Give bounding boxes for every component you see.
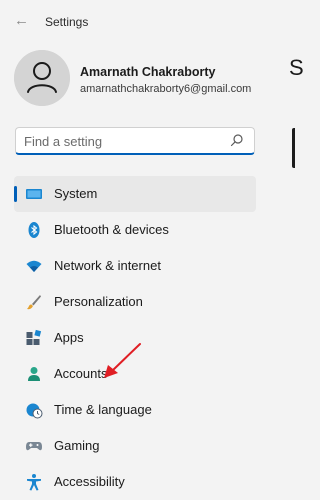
sidebar-item-label: Accessibility — [54, 474, 125, 489]
bluetooth-icon — [28, 222, 40, 238]
globe-clock-icon — [26, 403, 43, 419]
sidebar-item-apps[interactable]: Apps — [14, 320, 256, 356]
gamepad-icon — [26, 442, 42, 451]
sidebar-item-label: Accounts — [54, 366, 108, 381]
sidebar-item-label: System — [54, 186, 98, 201]
sidebar-item-label: Gaming — [54, 438, 100, 453]
monitor-icon — [26, 189, 42, 199]
sidebar-item-label: Time & language — [54, 402, 152, 417]
wifi-icon — [26, 260, 42, 272]
apps-icon — [26, 329, 42, 345]
sidebar-item-gaming[interactable]: Gaming — [14, 428, 256, 464]
sidebar-item-label: Personalization — [54, 294, 143, 309]
sidebar-item-label: Network & internet — [54, 258, 161, 273]
person-icon — [14, 50, 70, 106]
brush-icon — [27, 295, 41, 310]
title-bar: ← Settings — [0, 0, 295, 44]
search-icon[interactable] — [230, 133, 244, 147]
back-arrow-icon[interactable]: ← — [14, 12, 30, 30]
sidebar-item-network-internet[interactable]: Network & internet — [14, 248, 256, 284]
sidebar-item-label: Bluetooth & devices — [54, 222, 169, 237]
content-panel-edge — [292, 128, 295, 168]
sidebar-item-accounts[interactable]: Accounts — [14, 356, 256, 392]
search-input[interactable] — [24, 132, 224, 150]
user-email: amarnathchakraborty6@gmail.com — [80, 83, 252, 95]
sidebar-item-label: Apps — [54, 330, 84, 345]
account-icon — [28, 367, 40, 381]
sidebar-nav: System Bluetooth & devices Network & int… — [14, 176, 256, 500]
sidebar-item-bluetooth-devices[interactable]: Bluetooth & devices — [14, 212, 256, 248]
selection-indicator — [14, 186, 17, 202]
search-box[interactable] — [15, 127, 255, 155]
page-title: S — [289, 55, 304, 80]
sidebar-item-system[interactable]: System — [14, 176, 256, 212]
user-name: Amarnath Chakraborty — [80, 65, 216, 79]
app-title: Settings — [45, 15, 89, 29]
sidebar-item-personalization[interactable]: Personalization — [14, 284, 256, 320]
user-profile[interactable]: Amarnath Chakraborty amarnathchakraborty… — [14, 50, 284, 112]
sidebar-item-accessibility[interactable]: Accessibility — [14, 464, 256, 500]
sidebar-item-time-language[interactable]: Time & language — [14, 392, 256, 428]
accessibility-icon — [27, 474, 41, 491]
